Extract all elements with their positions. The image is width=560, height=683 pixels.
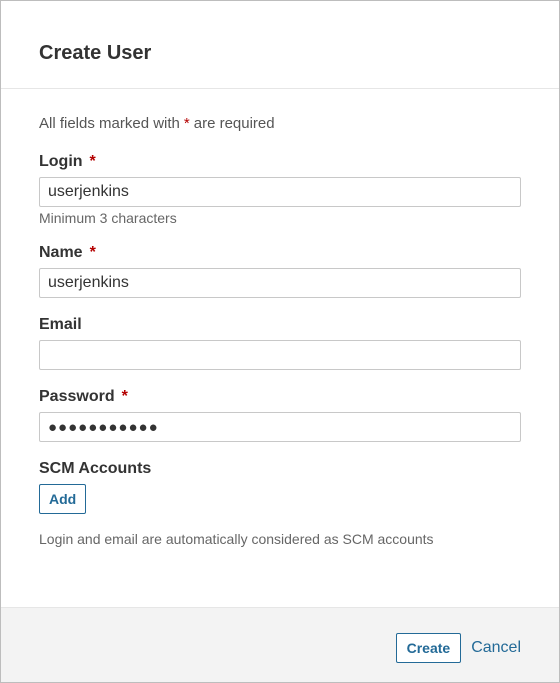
password-input[interactable] [39,412,521,442]
email-label-text: Email [39,316,82,333]
cancel-link[interactable]: Cancel [471,633,521,663]
email-field-group: Email [39,316,521,370]
email-label: Email [39,316,521,334]
dialog-header: Create User [1,1,559,89]
login-required-asterisk: * [89,153,96,170]
required-fields-note: All fields marked with * are required [39,115,521,133]
dialog-title: Create User [39,42,152,64]
login-label: Login * [39,153,521,171]
login-field-group: Login * Minimum 3 characters [39,153,521,226]
add-scm-account-button[interactable]: Add [39,484,87,514]
login-input[interactable] [39,177,521,207]
scm-accounts-group: SCM Accounts Add Login and email are aut… [39,460,521,547]
dialog-body: All fields marked with * are required Logi… [1,89,559,547]
required-asterisk: * [183,115,190,132]
login-label-text: Login [39,153,83,170]
name-input[interactable] [39,268,521,298]
scm-accounts-label: SCM Accounts [39,460,152,477]
dialog-footer: Create Cancel [1,607,559,682]
password-label-text: Password [39,388,115,405]
name-label: Name * [39,244,521,262]
create-button[interactable]: Create [395,633,462,663]
name-required-asterisk: * [89,244,96,261]
name-field-group: Name * [39,244,521,298]
footer-actions: Create Cancel [395,633,521,663]
password-required-asterisk: * [121,388,128,405]
required-note-prefix: All fields marked with [39,115,180,132]
name-label-text: Name [39,244,83,261]
login-hint: Minimum 3 characters [39,210,177,226]
password-label: Password * [39,388,521,406]
scm-accounts-hint: Login and email are automatically consid… [39,531,434,547]
password-field-group: Password * [39,388,521,442]
email-input[interactable] [39,340,521,370]
create-user-dialog: Create User All fields marked with * are r… [0,0,560,683]
required-note-suffix: are required [193,115,275,132]
